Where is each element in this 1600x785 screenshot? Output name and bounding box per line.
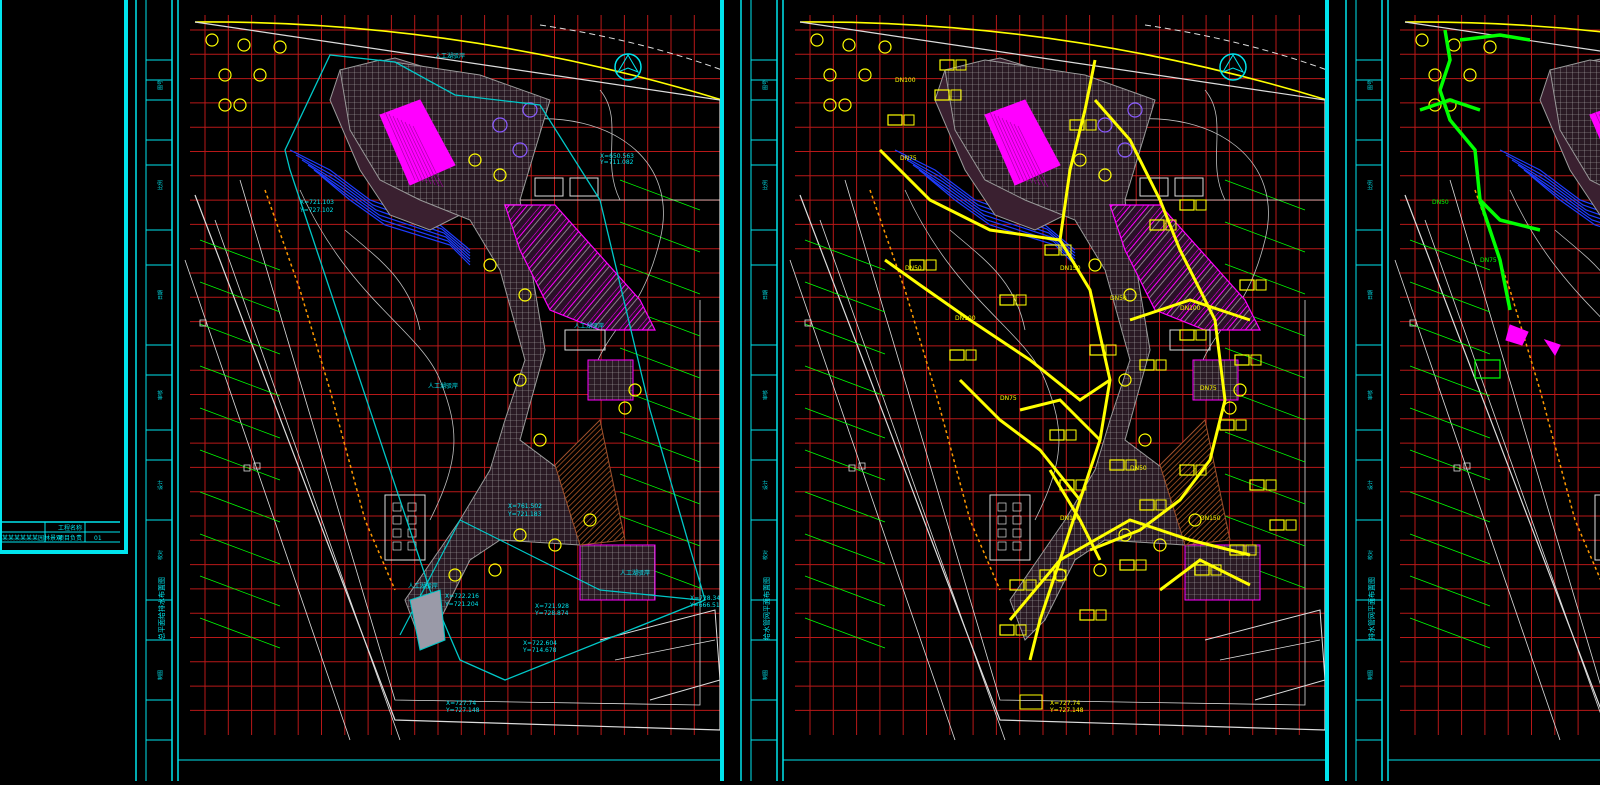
seating-area <box>1192 359 1239 401</box>
annotation-coord: Y=714.678 <box>522 647 557 654</box>
annotation-callout: 人工湖驳岸 <box>428 382 458 390</box>
sheet-title: 排水管网平面布置图 <box>1367 577 1376 640</box>
strip-cell-label: 审核 <box>762 390 769 400</box>
strip-cell-label: 制图 <box>157 670 164 680</box>
strip-cell-label: 比例 <box>1367 180 1374 190</box>
annotation-pipe: DN50 <box>1110 295 1127 302</box>
annotation-pipe: DN150 <box>1200 515 1221 522</box>
annotation-pipe: DN75 <box>1000 395 1017 402</box>
strip-cell-label: 比例 <box>157 180 164 190</box>
annotation-coord: X=722.216 <box>445 593 479 600</box>
strip-cell-label: 校对 <box>157 550 164 560</box>
strip-cell-label: 校对 <box>1367 550 1374 560</box>
title-cell-project: 工程名称 <box>58 524 82 532</box>
annotation-coord: X=761.502 <box>508 503 542 510</box>
strip-cell-label: 设计 <box>157 480 164 490</box>
annotation-pipe: DN100 <box>1180 305 1201 312</box>
strip-cell-label: 图号 <box>1368 80 1374 90</box>
annotation-coord: Y=727.148 <box>445 707 480 714</box>
strip-cell-label: 比例 <box>762 180 769 190</box>
annotation-coord: X=727.74 <box>1050 700 1080 707</box>
annotation-callout: 人工湖驳岸 <box>574 322 604 330</box>
strip-cell-label: 审核 <box>157 390 164 400</box>
annotation-coord: X=721.928 <box>535 603 569 610</box>
annotation-pipe: DN50 <box>1130 465 1147 472</box>
annotation-callout: 人工湖驳岸 <box>408 582 438 590</box>
annotation-coord: Y=728.874 <box>534 610 569 617</box>
strip-cell-label: 图号 <box>158 80 164 90</box>
title-cell-number: 01 <box>94 535 102 542</box>
strip-cell-label: 日期 <box>1368 290 1374 300</box>
annotation-pipe: DN75 <box>1200 385 1217 392</box>
cad-drawing-canvas[interactable]: 工程名称 项目负责 01 某某某某某某园林景观 人工湖驳岸 人工湖驳岸 人工湖驳岸人… <box>0 0 1600 781</box>
annotation-pipe: DN75 <box>900 155 917 162</box>
strip-cell-label: 审核 <box>1367 390 1374 400</box>
strip-cell-label: 设计 <box>1367 480 1374 490</box>
annotation-coord: Y=721.204 <box>444 601 479 608</box>
strip-cell-label: 图号 <box>763 80 769 90</box>
strip-cell-label: 制图 <box>1367 670 1374 680</box>
annotation-coord: X=722.604 <box>523 640 557 647</box>
sheet-title: 总平面给排水布置图 <box>157 577 166 640</box>
annotation-callout: 人工湖驳岸 <box>435 52 465 60</box>
title-cell-project-value: 某某某某某某园林景观 <box>2 534 62 542</box>
annotation-pipe: DN50 <box>1432 199 1449 206</box>
annotation-coord: X=721.103 <box>300 199 334 206</box>
strip-cell-label: 校对 <box>762 550 769 560</box>
strip-cell-label: 制图 <box>762 670 769 680</box>
annotation-coord: Y=727.102 <box>299 207 334 214</box>
annotation-pipe: DN50 <box>905 265 922 272</box>
annotation-pipe: DN100 <box>955 315 976 322</box>
cad-model-space[interactable]: 工程名称 项目负责 01 某某某某某某园林景观 人工湖驳岸人工湖驳岸人工湖驳岸人… <box>0 0 1600 781</box>
annotation-coord: Y=711.082 <box>599 159 634 166</box>
sheet-title: 给水管网平面布置图 <box>762 577 771 640</box>
annotation-coord: X=727.74 <box>446 700 476 707</box>
annotation-pipe: DN75 <box>1480 257 1497 264</box>
annotation-coord: Y=666.510 <box>689 602 724 609</box>
annotation-coord: Y=727.148 <box>1049 707 1084 714</box>
annotation-pipe: DN100 <box>895 77 916 84</box>
annotation-pipe: DN150 <box>1060 265 1081 272</box>
seating-area <box>587 359 634 401</box>
strip-cell-label: 日期 <box>158 290 164 300</box>
strip-cell-label: 日期 <box>763 290 769 300</box>
strip-cell-label: 设计 <box>762 480 769 490</box>
annotation-coord: X=728.340 <box>690 595 724 602</box>
annotation-coord: Y=721.183 <box>507 511 542 518</box>
annotation-pipe: DN100 <box>1060 515 1081 522</box>
annotation-callout: 人工湖驳岸 <box>620 569 650 577</box>
